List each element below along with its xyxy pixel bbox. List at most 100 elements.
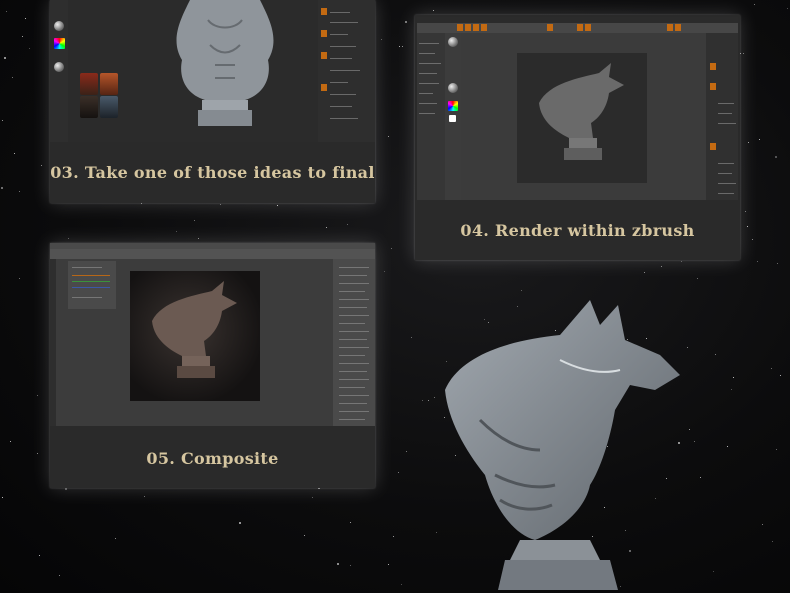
star <box>59 574 61 576</box>
toolbar-icon[interactable] <box>547 24 553 31</box>
star <box>393 535 395 537</box>
menu-line <box>339 395 369 396</box>
toolbar-icon[interactable] <box>321 30 327 37</box>
star <box>326 226 328 228</box>
star <box>771 541 773 543</box>
star <box>397 471 399 473</box>
star <box>239 521 242 524</box>
star <box>759 139 761 140</box>
star <box>740 52 742 54</box>
color-picker-icon <box>54 38 65 49</box>
star <box>422 399 424 401</box>
menu-line <box>330 34 348 35</box>
menu-line <box>718 173 732 174</box>
star <box>391 247 393 249</box>
star <box>14 153 16 155</box>
star <box>387 135 389 137</box>
star <box>336 562 339 565</box>
menu-line <box>72 267 102 268</box>
star <box>643 271 645 273</box>
toolbar-icon[interactable] <box>710 83 716 90</box>
star <box>744 210 746 212</box>
star <box>433 397 435 399</box>
menu-line <box>718 113 732 114</box>
star <box>743 52 745 54</box>
toolbar-icon[interactable] <box>321 84 327 91</box>
render-viewport <box>461 33 707 200</box>
reference-image <box>80 96 98 118</box>
menu-line <box>339 403 367 404</box>
zbrush-subtool-panel <box>318 0 375 142</box>
brush-panel <box>445 33 461 200</box>
menu-line <box>330 58 352 59</box>
star <box>10 441 12 443</box>
menu-line <box>330 118 358 119</box>
star <box>347 223 349 225</box>
toolbar <box>50 249 375 259</box>
star <box>747 141 749 143</box>
star <box>175 230 177 232</box>
star <box>277 204 279 206</box>
star <box>350 564 352 566</box>
star <box>4 56 7 59</box>
star <box>520 290 522 292</box>
toolbar-icon[interactable] <box>481 24 487 31</box>
menu-line <box>330 12 350 13</box>
photoshop-screenshot-composite <box>50 243 375 426</box>
star <box>775 449 777 451</box>
star <box>37 394 39 396</box>
star <box>700 476 702 478</box>
star <box>115 537 117 539</box>
star <box>406 451 408 453</box>
werewolf-bust-hero <box>440 300 690 590</box>
star <box>39 555 41 557</box>
toolbar-icon[interactable] <box>321 52 327 59</box>
toolbar-icon[interactable] <box>473 24 479 31</box>
menu-line <box>718 193 734 194</box>
star <box>65 488 68 491</box>
menu-line <box>419 83 439 84</box>
menu-line <box>339 419 365 420</box>
toolbar-icon[interactable] <box>465 24 471 31</box>
menu-line <box>339 331 369 332</box>
color-swatch <box>449 115 456 122</box>
toolbar-icon[interactable] <box>577 24 583 31</box>
star <box>780 375 782 377</box>
step-5-card: 05. Composite <box>50 243 375 488</box>
toolbar-icon[interactable] <box>675 24 681 31</box>
zbrush-screenshot-sculpt <box>50 0 375 142</box>
reference-image <box>100 73 118 95</box>
menu-line <box>419 93 433 94</box>
menu-line <box>339 387 365 388</box>
star <box>402 46 404 48</box>
star <box>68 238 70 240</box>
star <box>304 535 306 537</box>
star <box>219 203 221 205</box>
step-3-caption: 03. Take one of those ideas to final <box>50 163 375 182</box>
menu-line <box>72 297 102 298</box>
menu-line <box>718 103 734 104</box>
star <box>762 523 764 525</box>
star <box>751 238 753 240</box>
star <box>18 191 20 193</box>
step-5-caption: 05. Composite <box>146 449 279 468</box>
toolbar-icon[interactable] <box>667 24 673 31</box>
menu-line <box>330 46 356 47</box>
menu-line <box>72 275 110 276</box>
star <box>380 39 382 41</box>
toolbar-icon[interactable] <box>321 8 327 15</box>
render-canvas <box>517 53 647 183</box>
star <box>660 266 662 268</box>
star <box>19 277 21 279</box>
menu-line <box>339 355 365 356</box>
toolbar-icon[interactable] <box>710 63 716 70</box>
menu-line <box>330 106 352 107</box>
star <box>383 270 385 272</box>
toolbar-icon[interactable] <box>585 24 591 31</box>
werewolf-bust-composite <box>142 281 252 391</box>
star <box>756 261 758 263</box>
material-sphere-icon <box>448 37 458 47</box>
toolbar-icon[interactable] <box>457 24 463 31</box>
star <box>140 203 142 205</box>
toolbar-icon[interactable] <box>710 143 716 150</box>
